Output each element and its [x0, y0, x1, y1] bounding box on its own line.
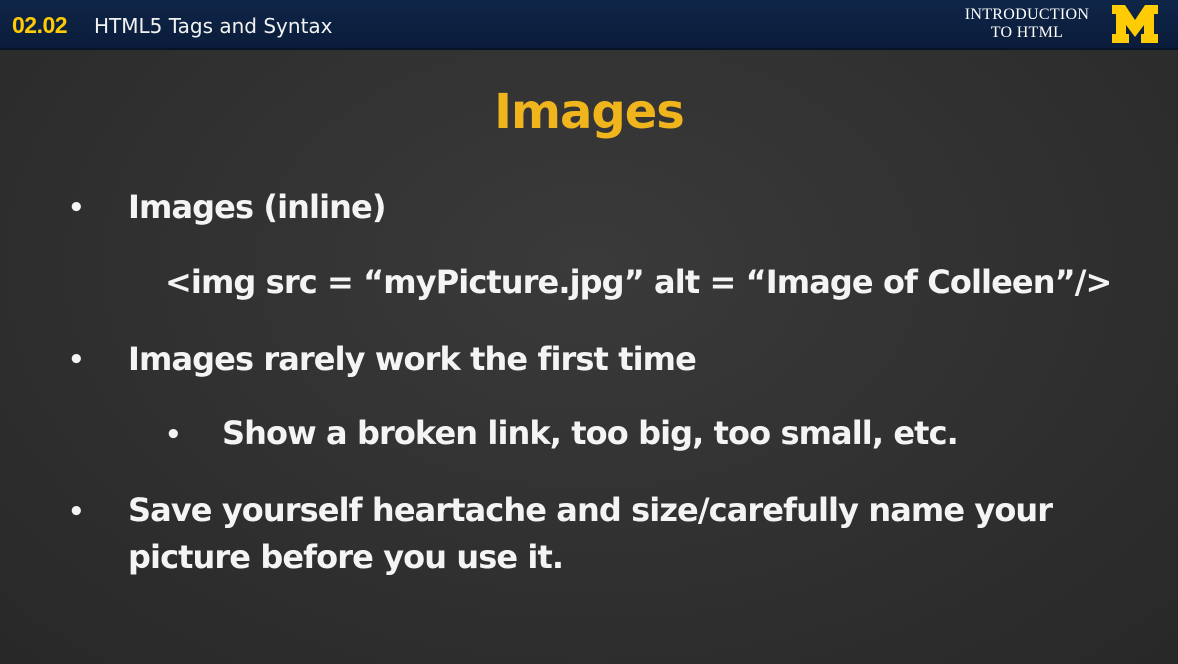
bullet-1-text: Images (inline)	[128, 188, 386, 226]
bullet-3-text-line-1: Save yourself heartache and size/careful…	[128, 491, 1053, 529]
bullet-2-text: Images rarely work the first time	[128, 340, 697, 378]
sub-bullet-1-text: Show a broken link, too big, too small, …	[222, 414, 959, 452]
slide: 02.02 HTML5 Tags and Syntax INTRODUCTION…	[0, 0, 1178, 664]
course-name: INTRODUCTION TO HTML	[954, 6, 1100, 42]
lesson-code: 02.02	[12, 12, 68, 38]
bullet-marker: •	[68, 497, 85, 527]
course-name-line-1: INTRODUCTION	[964, 6, 1090, 23]
michigan-block-m-icon	[1112, 5, 1158, 43]
slide-title: Images	[494, 84, 685, 140]
sub-bullet-marker: •	[165, 420, 182, 450]
header-bar: 02.02 HTML5 Tags and Syntax INTRODUCTION…	[0, 0, 1178, 50]
bullet-marker: •	[68, 193, 85, 223]
bullet-marker: •	[68, 345, 85, 375]
lesson-title: HTML5 Tags and Syntax	[94, 14, 333, 38]
course-name-line-2: TO HTML	[990, 24, 1064, 41]
bullet-3-text-line-2: picture before you use it.	[128, 538, 564, 576]
code-example: <img src = “myPicture.jpg” alt = “Image …	[165, 263, 1112, 301]
